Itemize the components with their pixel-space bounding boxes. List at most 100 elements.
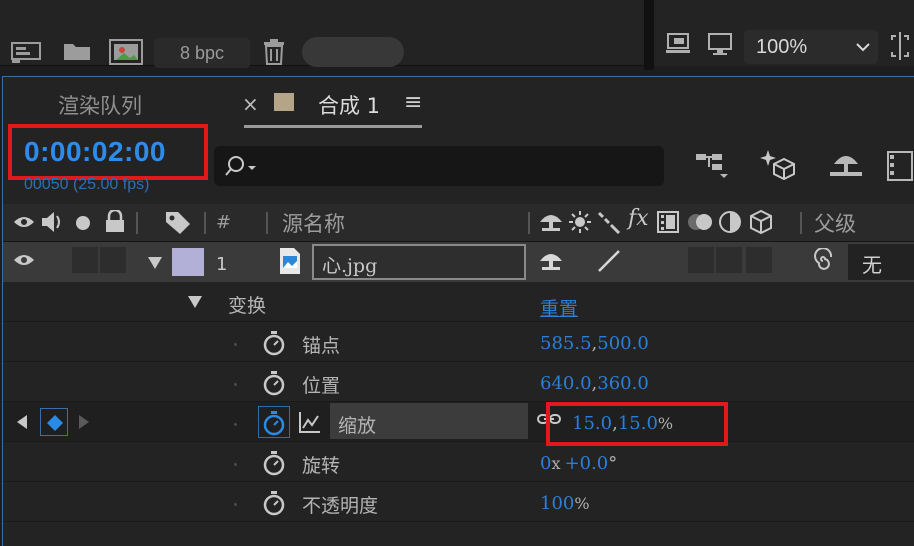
trash-icon[interactable] (262, 38, 286, 66)
keyframe-toggle[interactable] (40, 408, 68, 436)
audio-icon[interactable] (40, 210, 64, 234)
search-icon (225, 156, 256, 176)
reset-link[interactable]: 重置 (540, 294, 578, 321)
property-label-scale: 缩放 (338, 415, 377, 437)
panel-divider (644, 0, 654, 70)
tab-composition[interactable]: 合成 1 (318, 90, 380, 120)
parent-select[interactable]: 无 (848, 244, 914, 280)
video-visibility-icon[interactable] (12, 212, 36, 232)
expand-arrow-icon[interactable] (146, 255, 164, 271)
parent-header: 父级 (814, 212, 856, 236)
layer-3d-toggle[interactable] (746, 247, 772, 273)
adjustment-layer-icon[interactable] (718, 210, 742, 234)
parent-value: 无 (862, 253, 882, 277)
stopwatch-icon[interactable] (262, 330, 286, 356)
opacity-value[interactable]: 100% (540, 493, 590, 514)
layer-solo-toggle[interactable] (72, 247, 98, 273)
tab-close-icon[interactable]: × (242, 92, 259, 116)
scale-highlight-box (546, 402, 728, 446)
anchor-point-value[interactable]: 585.5,500.0 (540, 333, 649, 354)
indent-dot (234, 343, 237, 346)
effects-icon[interactable]: fx (628, 206, 649, 231)
shy-layers-icon[interactable] (828, 150, 864, 180)
frame-blend-icon[interactable] (656, 210, 680, 234)
layer-label-color[interactable] (172, 248, 204, 276)
snapshot-icon[interactable] (664, 32, 694, 58)
stopwatch-icon[interactable] (262, 450, 286, 476)
zoom-value: 100% (756, 36, 808, 58)
rotation-unit: ° (608, 453, 618, 474)
layer-motion-blur-toggle[interactable] (688, 247, 714, 273)
bpc-button[interactable]: 8 bpc (154, 38, 250, 68)
tab-active-underline (244, 125, 422, 128)
layer-quality-switch-icon[interactable] (596, 248, 622, 274)
pick-whip-icon[interactable] (810, 248, 836, 274)
graph-editor-icon[interactable] (298, 410, 322, 434)
timecode-highlight-box (8, 124, 208, 180)
property-label-opacity: 不透明度 (302, 495, 379, 517)
composition-icon[interactable] (108, 38, 144, 66)
tab-render-queue[interactable]: 渲染队列 (58, 90, 142, 120)
stopwatch-active-icon[interactable] (262, 410, 286, 436)
column-separator (800, 212, 802, 234)
indent-dot (234, 423, 237, 426)
lock-icon[interactable] (104, 210, 126, 234)
stopwatch-icon[interactable] (262, 490, 286, 516)
keyframe-diamond-icon (47, 415, 63, 431)
search-input[interactable] (214, 146, 664, 186)
previous-keyframe-icon[interactable] (16, 414, 28, 430)
property-label-position: 位置 (302, 375, 341, 397)
source-name-header[interactable]: 源名称 (282, 208, 345, 238)
render-queue-icon[interactable] (10, 40, 44, 64)
opacity-amount[interactable]: 100 (540, 493, 574, 514)
rotation-degrees[interactable]: +0.0 (564, 453, 608, 474)
region-of-interest-icon[interactable] (888, 32, 914, 62)
property-row-rotation (3, 442, 914, 482)
position-value[interactable]: 640.0,360.0 (540, 373, 649, 394)
layer-name-field[interactable]: 心.jpg (312, 244, 526, 280)
position-y[interactable]: 360.0 (597, 373, 649, 394)
layer-number-header: # (216, 212, 232, 233)
indent-dot (234, 463, 237, 466)
zoom-select[interactable]: 100% (744, 30, 878, 64)
solo-icon[interactable] (74, 214, 92, 232)
expand-arrow-icon[interactable] (186, 294, 204, 310)
position-x[interactable]: 640.0 (540, 373, 592, 394)
layer-column-header (3, 204, 914, 242)
property-row-opacity (3, 482, 914, 522)
chevron-down-icon (856, 43, 870, 52)
folder-icon[interactable] (62, 40, 92, 62)
label-tag-icon[interactable] (162, 208, 192, 236)
anchor-x[interactable]: 585.5 (540, 333, 592, 354)
column-separator (204, 212, 206, 234)
layer-index: 1 (216, 254, 228, 275)
rotation-value[interactable]: 0x +0.0° (540, 453, 617, 474)
draft-3d-icon[interactable] (760, 148, 796, 182)
indent-dot (234, 383, 237, 386)
property-row-anchor-point (3, 322, 914, 362)
collapse-transform-icon[interactable] (568, 210, 592, 234)
quality-icon[interactable] (596, 210, 622, 234)
property-row-position (3, 362, 914, 402)
display-icon[interactable] (706, 32, 736, 58)
shy-switch-icon[interactable] (538, 210, 564, 234)
indent-dot (234, 503, 237, 506)
flowchart-slider[interactable] (302, 37, 404, 67)
property-label-anchor-point: 锚点 (302, 335, 341, 357)
motion-blur-icon[interactable] (686, 208, 716, 236)
frame-blending-icon[interactable] (884, 150, 914, 182)
3d-layer-icon[interactable] (748, 208, 774, 236)
next-keyframe-icon[interactable] (78, 414, 90, 430)
layer-lock-toggle[interactable] (100, 247, 126, 273)
frame-count: 00050 (25.00 fps) (24, 176, 150, 193)
rotation-turns[interactable]: 0 (540, 453, 551, 474)
property-label-rotation: 旋转 (302, 455, 341, 477)
tab-menu-icon[interactable]: ≡ (404, 90, 422, 115)
stopwatch-icon[interactable] (262, 370, 286, 396)
layer-shy-switch-icon[interactable] (538, 248, 564, 274)
rotation-x-separator: x (551, 454, 561, 473)
composition-flowchart-icon[interactable] (694, 150, 730, 182)
layer-adjustment-toggle[interactable] (716, 247, 742, 273)
layer-visibility-icon[interactable] (12, 250, 36, 270)
anchor-y[interactable]: 500.0 (597, 333, 649, 354)
